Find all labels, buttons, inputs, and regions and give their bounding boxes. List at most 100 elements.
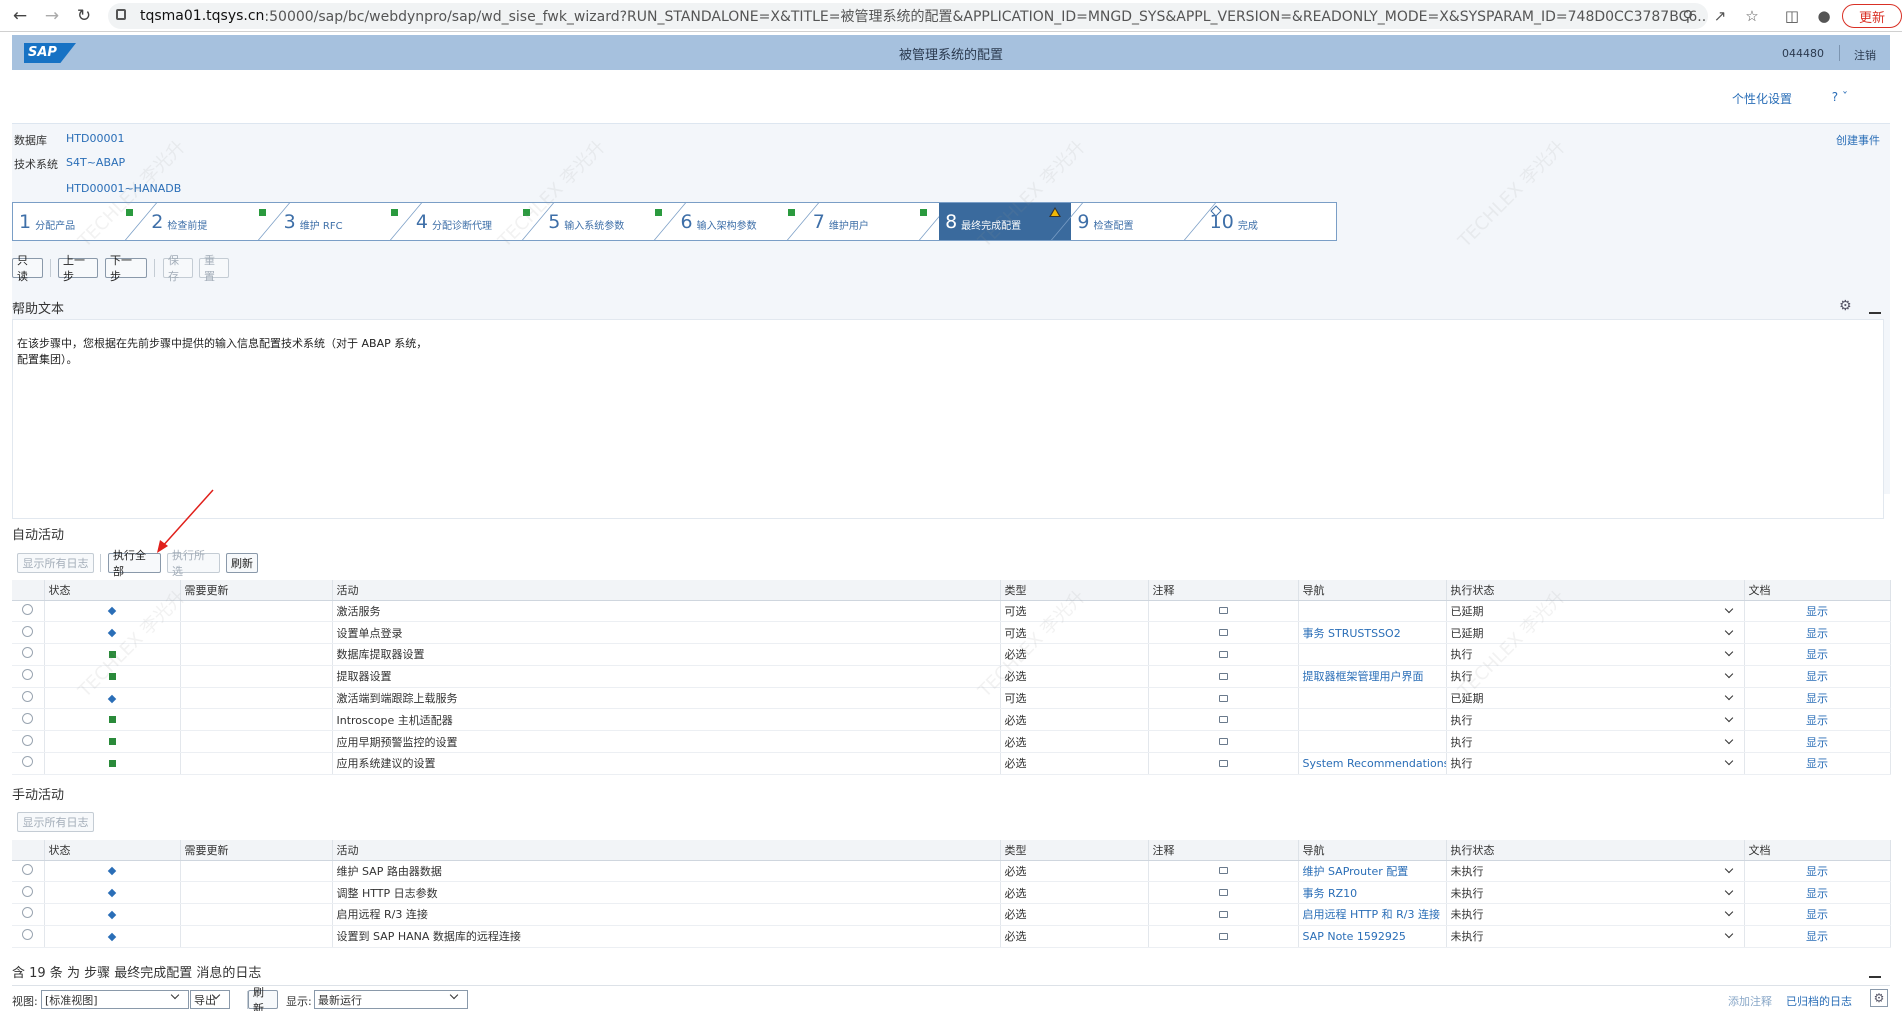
row-select-cell[interactable] — [12, 881, 45, 905]
note-icon[interactable] — [1218, 910, 1228, 918]
save-button[interactable]: 保存 — [163, 254, 193, 283]
table-row[interactable]: Introscope 主机适配器 必选 执行 显示 — [12, 708, 1891, 732]
step-1[interactable]: 1 分配产品 — [13, 203, 158, 240]
note-icon[interactable] — [1218, 716, 1228, 724]
doc-link[interactable]: 显示 — [1744, 752, 1891, 775]
note-icon[interactable] — [1218, 607, 1228, 615]
table-row[interactable]: 设置单点登录 可选 事务 STRUSTSSO2 已延期 显示 — [12, 621, 1891, 645]
address-bar[interactable]: tqsma01.tqsys.cn:50000/sap/bc/webdynpro/… — [108, 3, 1708, 29]
exec-status-dropdown[interactable]: 执行 — [1451, 646, 1740, 662]
refresh-button[interactable]: 刷新 — [226, 553, 258, 573]
navigation-link[interactable] — [1298, 643, 1447, 666]
row-select-cell[interactable] — [12, 925, 45, 948]
note-cell[interactable] — [1148, 643, 1299, 666]
doc-link[interactable]: 显示 — [1744, 925, 1891, 948]
exec-status-select[interactable]: 已延期 — [1446, 621, 1745, 645]
log-refresh-button[interactable]: 刷新 — [248, 986, 278, 1011]
table-row[interactable]: 设置到 SAP HANA 数据库的远程连接 必选 SAP Note 1592925 未… — [12, 925, 1891, 948]
execute-all-button[interactable]: 执行全部 — [108, 549, 161, 578]
column-header[interactable]: 执行状态 — [1446, 840, 1745, 861]
exec-status-select[interactable]: 未执行 — [1446, 860, 1745, 883]
note-cell[interactable] — [1148, 600, 1299, 623]
doc-link[interactable]: 显示 — [1744, 600, 1891, 623]
update-button[interactable]: 更新 — [1842, 4, 1902, 28]
navigation-link[interactable]: SAP Note 1592925 — [1298, 925, 1447, 948]
note-icon[interactable] — [1218, 672, 1228, 680]
exec-status-select[interactable]: 执行 — [1446, 730, 1745, 754]
doc-link[interactable]: 显示 — [1744, 903, 1891, 926]
column-header[interactable]: 活动 — [332, 580, 1001, 601]
step-10[interactable]: 10 完成 — [1204, 203, 1336, 240]
table-row[interactable]: 应用早期预警监控的设置 必选 执行 显示 — [12, 730, 1891, 754]
row-radio[interactable] — [22, 929, 34, 941]
row-select-cell[interactable] — [12, 730, 45, 754]
minimize-icon[interactable] — [1869, 312, 1881, 314]
show-all-logs-button[interactable]: 显示所有日志 — [17, 553, 94, 573]
doc-link[interactable]: 显示 — [1744, 860, 1891, 883]
doc-link[interactable]: 显示 — [1744, 708, 1891, 732]
note-cell[interactable] — [1148, 730, 1299, 754]
exec-status-select[interactable]: 执行 — [1446, 643, 1745, 666]
personalize-link[interactable]: 个性化设置 — [1732, 90, 1792, 107]
doc-link[interactable]: 显示 — [1744, 665, 1891, 688]
exec-status-select[interactable]: 执行 — [1446, 752, 1745, 775]
star-icon[interactable]: ☆ — [1740, 4, 1764, 28]
table-row[interactable]: 数据库提取器设置 必选 执行 显示 — [12, 643, 1891, 666]
log-minimize-icon[interactable] — [1869, 976, 1881, 978]
table-row[interactable]: 应用系统建议的设置 必选 System Recommendations 执行 显示 — [12, 752, 1891, 775]
exec-status-select[interactable]: 已延期 — [1446, 687, 1745, 710]
step-3[interactable]: 3 维护 RFC — [278, 203, 422, 240]
note-cell[interactable] — [1148, 665, 1299, 688]
row-radio[interactable] — [22, 625, 34, 637]
exec-status-dropdown[interactable]: 未执行 — [1451, 885, 1740, 901]
navigation-link[interactable] — [1298, 687, 1447, 710]
note-icon[interactable] — [1218, 694, 1228, 702]
row-radio[interactable] — [22, 669, 34, 681]
exec-status-dropdown[interactable]: 未执行 — [1451, 863, 1740, 879]
note-icon[interactable] — [1218, 738, 1228, 746]
row-radio[interactable] — [22, 647, 34, 659]
column-header[interactable]: 类型 — [1000, 840, 1149, 861]
note-icon[interactable] — [1218, 629, 1228, 637]
exec-status-dropdown[interactable]: 已延期 — [1451, 625, 1740, 641]
tech-system-value[interactable]: S4T~ABAP — [66, 156, 125, 169]
row-radio[interactable] — [22, 712, 34, 724]
step-8[interactable]: 8 最终完成配置 — [939, 203, 1084, 240]
add-note-link[interactable]: 添加注释 — [1728, 993, 1772, 1009]
sidebar-icon[interactable]: ◫ — [1780, 4, 1804, 28]
exec-status-select[interactable]: 执行 — [1446, 665, 1745, 688]
row-select-cell[interactable] — [12, 860, 45, 883]
readonly-button[interactable]: 只读 — [12, 254, 43, 283]
doc-link[interactable]: 显示 — [1744, 643, 1891, 666]
row-radio[interactable] — [22, 691, 34, 703]
exec-status-dropdown[interactable]: 执行 — [1451, 734, 1740, 750]
column-header[interactable]: 文档 — [1744, 580, 1891, 601]
reload-icon[interactable]: ↻ — [70, 2, 98, 30]
profile-icon[interactable]: ● — [1812, 4, 1836, 28]
help-icon[interactable]: ? ˇ — [1832, 90, 1848, 104]
column-header[interactable]: 需要更新 — [180, 840, 333, 861]
share-icon[interactable]: ↗ — [1708, 4, 1732, 28]
doc-link[interactable]: 显示 — [1744, 687, 1891, 710]
navigation-link[interactable]: 提取器框架管理用户界面 — [1298, 665, 1447, 688]
step-7[interactable]: 7 维护用户 — [807, 203, 952, 240]
export-menu-button[interactable]: 导出 — [190, 990, 230, 1009]
table-row[interactable]: 激活端到端跟踪上载服务 可选 已延期 显示 — [12, 687, 1891, 710]
column-header[interactable]: 注释 — [1148, 580, 1299, 601]
doc-link[interactable]: 显示 — [1744, 621, 1891, 645]
row-radio[interactable] — [22, 863, 34, 875]
logout-link[interactable]: 注销 — [1854, 47, 1876, 63]
note-cell[interactable] — [1148, 881, 1299, 905]
forward-arrow-icon[interactable]: → — [38, 2, 66, 30]
note-icon[interactable] — [1218, 889, 1228, 897]
manual-show-all-logs-button[interactable]: 显示所有日志 — [17, 812, 94, 832]
row-select-cell[interactable] — [12, 643, 45, 666]
column-header[interactable]: 活动 — [332, 840, 1001, 861]
table-row[interactable]: 启用远程 R/3 连接 必选 启用远程 HTTP 和 R/3 连接 未执行 显示 — [12, 903, 1891, 926]
row-select-cell[interactable] — [12, 600, 45, 623]
row-radio[interactable] — [22, 603, 34, 615]
gear-icon[interactable]: ⚙ — [1839, 298, 1852, 314]
column-header[interactable]: 注释 — [1148, 840, 1299, 861]
navigation-link[interactable] — [1298, 600, 1447, 623]
row-select-cell[interactable] — [12, 903, 45, 926]
